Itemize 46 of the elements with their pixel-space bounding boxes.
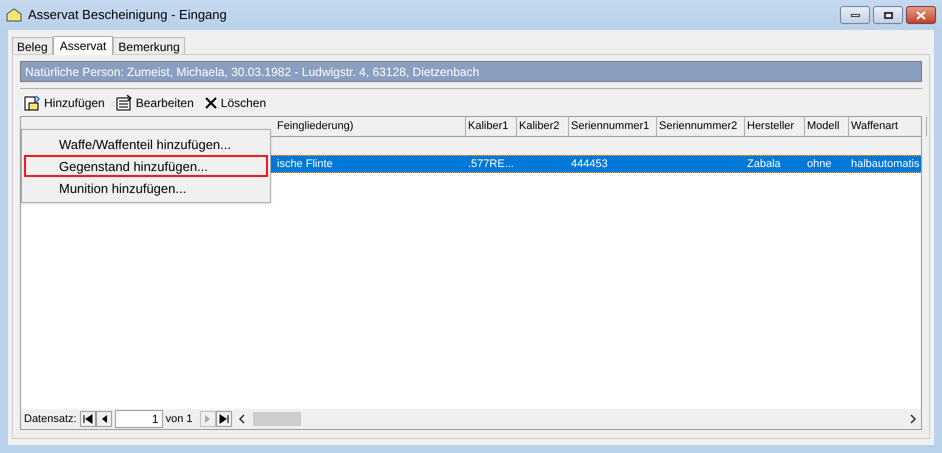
menu-item[interactable]: Waffe/Waffenteil hinzufügen... bbox=[24, 133, 268, 155]
skip-end-icon bbox=[218, 414, 229, 424]
folder-add-icon bbox=[23, 94, 41, 112]
toolbar-button[interactable]: Löschen bbox=[202, 92, 268, 112]
table-cell-text: ische Flinte bbox=[277, 156, 333, 172]
document-edit-icon bbox=[114, 94, 133, 112]
column-header[interactable]: Kaliber1 bbox=[466, 117, 517, 136]
record-label: Datensatz: bbox=[24, 412, 77, 427]
toolbar-button[interactable]: Hinzufügen bbox=[22, 92, 106, 112]
tab[interactable]: Beleg bbox=[12, 37, 53, 54]
maximize-button[interactable] bbox=[873, 6, 903, 24]
column-header[interactable]: Seriennummer2 bbox=[657, 117, 745, 136]
record-count: von 1 bbox=[166, 412, 193, 427]
column-header[interactable]: Modell bbox=[805, 117, 849, 136]
tab[interactable]: Asservat bbox=[52, 36, 114, 55]
table-cell-text: .577RE... bbox=[468, 156, 514, 172]
column-header[interactable]: Hersteller bbox=[745, 117, 805, 136]
info-bar: Natürliche Person: Zumeist, Michaela, 30.03.1982 - Ludwigstr. 4, 63128, Dietzenbach bbox=[20, 61, 922, 82]
column-header[interactable]: Seriennummer1 bbox=[569, 117, 657, 136]
scrollbar-thumb[interactable] bbox=[252, 412, 301, 426]
record-field[interactable]: 1 bbox=[114, 410, 163, 428]
delete-icon bbox=[204, 96, 218, 110]
column-header[interactable]: Kaliber2 bbox=[517, 117, 569, 136]
table-cell-text: 444453 bbox=[571, 156, 608, 172]
close-button[interactable] bbox=[906, 6, 936, 24]
menu-item[interactable]: Munition hinzufügen... bbox=[24, 177, 268, 199]
window-title: Asservat Bescheinigung - Eingang bbox=[28, 6, 227, 24]
scroll-left-icon[interactable] bbox=[236, 414, 247, 424]
table-cell-text: Zabala bbox=[747, 156, 781, 172]
scroll-right-icon[interactable] bbox=[908, 414, 918, 424]
toolbar-button[interactable]: Bearbeiten bbox=[114, 92, 195, 112]
minimize-button[interactable] bbox=[840, 6, 870, 24]
close-icon bbox=[916, 10, 926, 20]
table-cell-text: halbautomatis bbox=[851, 156, 920, 172]
triangle-right-icon bbox=[204, 414, 212, 424]
skip-start-icon bbox=[82, 414, 93, 424]
table-cell-text: ohne bbox=[807, 156, 832, 172]
horizontal-scrollbar[interactable] bbox=[236, 411, 918, 427]
tab[interactable]: Bemerkung bbox=[113, 37, 185, 54]
triangle-left-icon bbox=[100, 414, 108, 424]
column-header[interactable]: Waffenart bbox=[849, 117, 927, 136]
menu-item[interactable]: Gegenstand hinzufügen... bbox=[24, 155, 268, 177]
window-icon bbox=[6, 8, 22, 22]
first-record-button[interactable] bbox=[80, 411, 96, 427]
previous-record-button[interactable] bbox=[96, 411, 112, 427]
last-record-button[interactable] bbox=[216, 411, 232, 427]
